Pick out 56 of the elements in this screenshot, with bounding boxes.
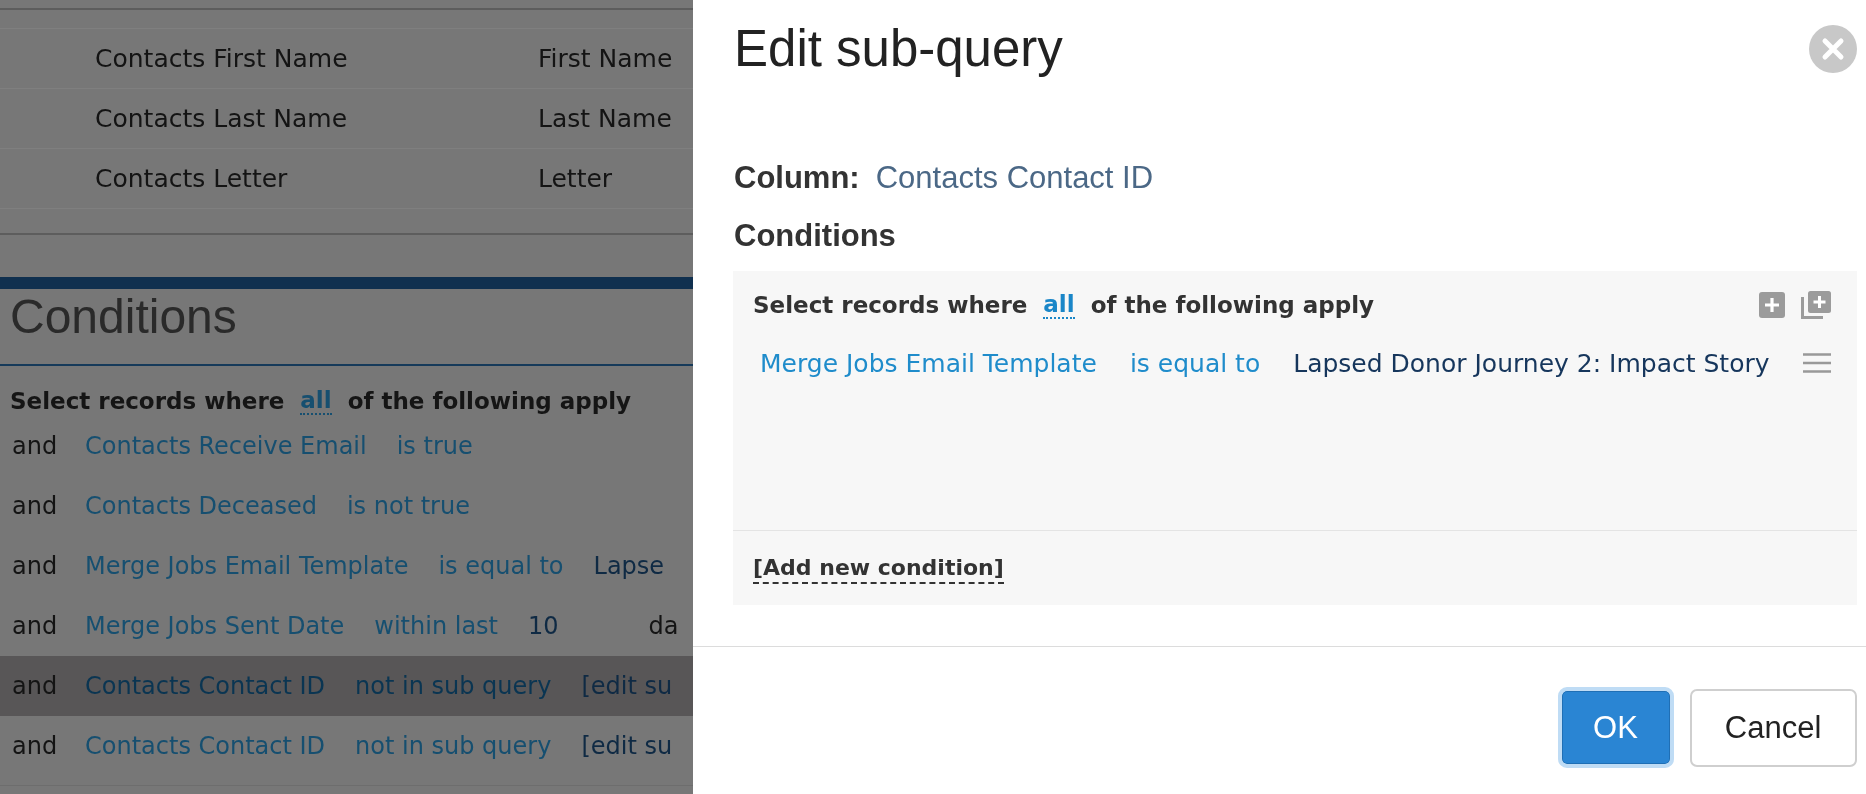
operator-link[interactable]: not in sub query	[355, 672, 552, 700]
operator-link[interactable]: is equal to	[438, 552, 564, 580]
field-link[interactable]: Contacts Contact ID	[85, 672, 326, 700]
operator-link[interactable]: is equal to	[1129, 348, 1261, 378]
table-cell: Last Name	[538, 104, 672, 133]
field-link[interactable]: Merge Jobs Email Template	[760, 348, 1097, 378]
column-label: Column:	[734, 159, 860, 197]
value-link[interactable]: [edit su	[581, 732, 673, 760]
conjunction-label: and	[12, 672, 59, 700]
table-cell-text: Contacts First Name	[95, 44, 349, 73]
condition-row[interactable]: and Merge Jobs Email Template is equal to Lapse	[0, 536, 693, 596]
conjunction-label: and	[12, 432, 59, 460]
condition-row[interactable]: and Contacts Receive Email is true	[0, 416, 693, 476]
operator-link[interactable]: is not true	[346, 492, 470, 520]
conjunction-label: and	[12, 732, 59, 760]
value-link[interactable]: Lapsed Donor Journey 2: Impact Story	[1293, 348, 1770, 378]
add-icon[interactable]	[1758, 292, 1785, 318]
dialog-title: Edit sub-query	[734, 19, 1063, 79]
conjunction-label: and	[12, 492, 59, 520]
conditions-heading: Conditions	[734, 217, 896, 255]
value-link[interactable]: 10	[528, 612, 559, 640]
value-link[interactable]: Lapse	[593, 552, 665, 580]
match-selector[interactable]: all	[300, 387, 332, 415]
field-link[interactable]: Contacts Receive Email	[85, 432, 367, 460]
table-cell-text: Contacts Last Name	[95, 104, 348, 133]
column-value: Contacts Contact ID	[875, 159, 1154, 197]
unit-label: da	[648, 612, 679, 640]
cancel-button[interactable]: Cancel	[1689, 688, 1857, 767]
operator-link[interactable]: within last	[374, 612, 498, 640]
field-link[interactable]: Contacts Contact ID	[85, 732, 326, 760]
condition-row[interactable]: and Contacts Contact ID not in sub query [edit su	[0, 656, 693, 716]
ok-button[interactable]: OK	[1557, 687, 1674, 768]
table-cell: First Name	[538, 44, 673, 73]
section-heading: Conditions	[10, 289, 237, 345]
add-condition-link[interactable]: [Add new condition]	[753, 554, 1004, 584]
intro-text: Select records where	[10, 387, 285, 416]
close-icon[interactable]	[1808, 25, 1857, 73]
table-cell: Letter	[538, 164, 613, 193]
field-link[interactable]: Merge Jobs Email Template	[85, 552, 409, 580]
conjunction-label: and	[12, 612, 59, 640]
intro-text: of the following apply	[347, 387, 632, 416]
conjunction-label: and	[12, 552, 59, 580]
table-cell-text: Contacts Letter	[95, 164, 289, 193]
field-link[interactable]: Contacts Deceased	[85, 492, 317, 520]
add-group-icon[interactable]	[1800, 291, 1831, 319]
value-link[interactable]: [edit su	[581, 672, 673, 700]
condition-row[interactable]: and Merge Jobs Sent Date within last 10 da	[0, 596, 693, 656]
intro-text: Select records where	[753, 291, 1028, 320]
match-selector[interactable]: all	[1043, 291, 1075, 319]
operator-link[interactable]: not in sub query	[355, 732, 552, 760]
condition-row[interactable]: and Contacts Deceased is not true	[0, 476, 693, 536]
menu-icon[interactable]	[1802, 353, 1831, 373]
intro-text: of the following apply	[1090, 291, 1375, 320]
condition-row[interactable]: and Contacts Contact ID not in sub query [edit su	[0, 716, 693, 776]
operator-link[interactable]: is true	[396, 432, 473, 460]
field-link[interactable]: Merge Jobs Sent Date	[85, 612, 345, 640]
